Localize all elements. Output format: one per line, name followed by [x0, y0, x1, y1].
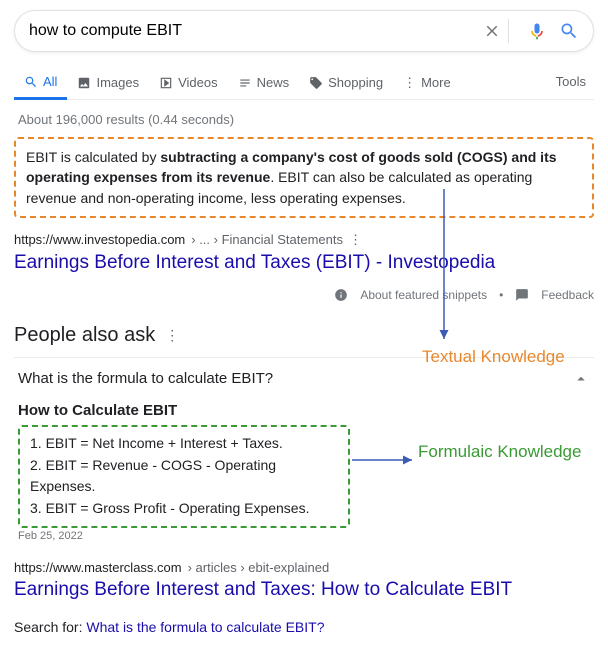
search-bar[interactable]	[14, 10, 594, 52]
result-menu-icon[interactable]: ⋮	[349, 232, 362, 248]
dot: •	[499, 288, 503, 302]
paa-answer-title: How to Calculate EBIT	[18, 402, 590, 419]
search-for-label: Search for:	[14, 619, 86, 635]
snippet-pre: EBIT is calculated by	[26, 149, 160, 165]
result-url[interactable]: https://www.investopedia.com › ... › Fin…	[14, 232, 594, 248]
tab-label: Shopping	[328, 75, 383, 90]
more-dots-icon: ⋮	[403, 75, 416, 91]
paa-heading-row: People also ask ⋮	[14, 324, 594, 347]
result-stats: About 196,000 results (0.44 seconds)	[18, 112, 594, 127]
search-for-link[interactable]: What is the formula to calculate EBIT?	[86, 619, 324, 635]
tab-shopping[interactable]: Shopping	[299, 65, 393, 98]
chevron-up-icon	[572, 370, 590, 388]
divider	[508, 19, 509, 43]
tab-label: All	[43, 74, 57, 89]
tab-news[interactable]: News	[228, 65, 300, 98]
url-host: https://www.masterclass.com	[14, 560, 182, 575]
formula-item: EBIT = Gross Profit - Operating Expenses…	[30, 498, 340, 520]
tools-button[interactable]: Tools	[548, 64, 594, 99]
paa-question-text: What is the formula to calculate EBIT?	[18, 370, 273, 387]
about-snippets-link[interactable]: About featured snippets	[360, 288, 487, 302]
formula-item: EBIT = Net Income + Interest + Taxes.	[30, 433, 340, 455]
paa-heading: People also ask	[14, 324, 155, 347]
tab-label: More	[421, 75, 451, 90]
url-path: › ... › Financial Statements	[191, 232, 343, 247]
paa-answer-date: Feb 25, 2022	[18, 530, 590, 542]
tabs-row: All Images Videos News Shopping ⋮ More T…	[14, 64, 594, 100]
tab-more[interactable]: ⋮ More	[393, 65, 461, 99]
search-icon[interactable]	[559, 21, 579, 41]
tab-label: Images	[96, 75, 139, 90]
clear-icon[interactable]	[482, 21, 502, 41]
tab-label: Videos	[178, 75, 218, 90]
tab-label: News	[257, 75, 290, 90]
tab-all[interactable]: All	[14, 64, 67, 100]
search-input[interactable]	[29, 22, 470, 40]
annotation-formulaic: Formulaic Knowledge	[418, 442, 581, 462]
url-path: › articles › ebit-explained	[188, 560, 330, 575]
result-title[interactable]: Earnings Before Interest and Taxes: How …	[14, 579, 594, 601]
formula-item: EBIT = Revenue - COGS - Operating Expens…	[30, 455, 340, 498]
url-host: https://www.investopedia.com	[14, 232, 185, 247]
voice-search-icon[interactable]	[527, 21, 547, 41]
tab-videos[interactable]: Videos	[149, 65, 228, 98]
result-title[interactable]: Earnings Before Interest and Taxes (EBIT…	[14, 252, 594, 274]
feedback-link[interactable]: Feedback	[541, 288, 594, 302]
featured-snippet: EBIT is calculated by subtracting a comp…	[14, 137, 594, 218]
paa-menu-icon[interactable]: ⋮	[165, 327, 179, 344]
info-icon	[334, 288, 348, 302]
paa-answer: How to Calculate EBIT EBIT = Net Income …	[14, 400, 594, 542]
tab-images[interactable]: Images	[67, 65, 149, 98]
formula-box: EBIT = Net Income + Interest + Taxes. EB…	[18, 425, 350, 528]
search-for-row: Search for: What is the formula to calcu…	[14, 619, 594, 635]
result-url[interactable]: https://www.masterclass.com › articles ›…	[14, 560, 594, 575]
annotation-textual: Textual Knowledge	[422, 347, 565, 367]
feedback-icon	[515, 288, 529, 302]
